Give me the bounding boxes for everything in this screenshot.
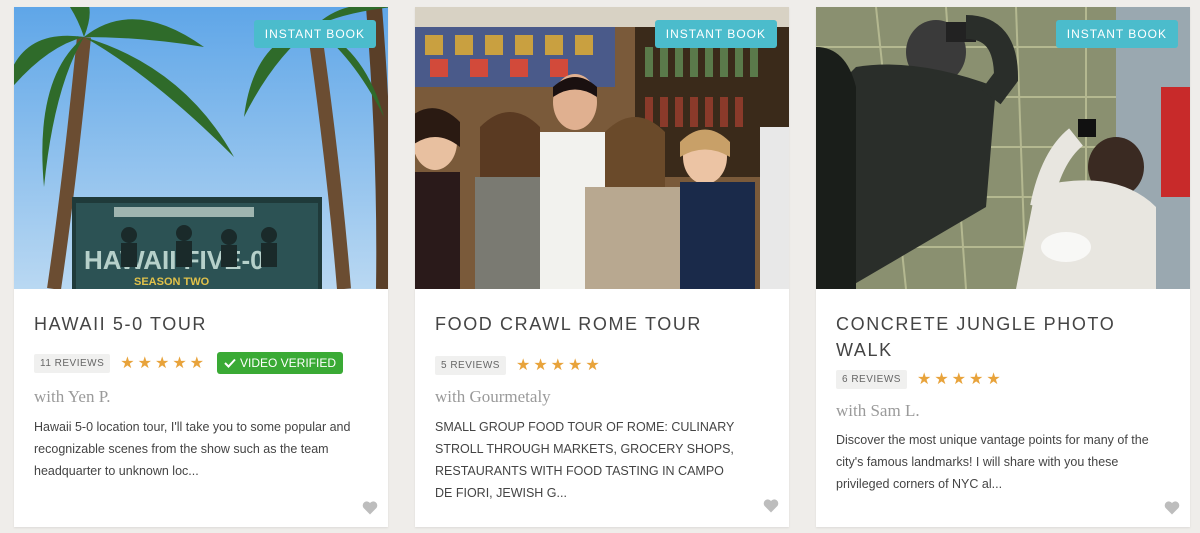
instant-book-badge: INSTANT BOOK (253, 20, 376, 48)
host-name[interactable]: with Gourmetaly (435, 387, 551, 407)
tour-meta: 6 REVIEWS ★★★★★ (836, 369, 1004, 389)
tour-title[interactable]: FOOD CRAWL ROME TOUR (435, 311, 765, 337)
svg-text:SEASON TWO: SEASON TWO (134, 276, 210, 288)
reviews-count[interactable]: 6 REVIEWS (836, 369, 907, 389)
host-name[interactable]: with Sam L. (836, 401, 920, 421)
tour-description: Hawaii 5-0 location tour, I'll take you … (34, 420, 351, 478)
video-verified-badge: VIDEO VERIFIED (217, 352, 344, 374)
host-name[interactable]: with Yen P. (34, 387, 111, 407)
heart-icon[interactable] (362, 501, 378, 515)
tour-photo-rome[interactable] (415, 7, 789, 289)
tour-photo-hawaii[interactable]: HAWAII FIVE-0 SEASON TWO (14, 7, 388, 289)
tour-description: SMALL GROUP FOOD TOUR OF ROME: CULINARY … (435, 420, 735, 500)
star-rating: ★★★★★ (916, 371, 1004, 388)
tour-title[interactable]: CONCRETE JUNGLE PHOTO WALK (836, 311, 1166, 363)
check-icon (224, 358, 236, 368)
tour-card-hawaii[interactable]: HAWAII FIVE-0 SEASON TWO INSTANT BOOK HA… (14, 7, 388, 527)
tour-card-rome[interactable]: INSTANT BOOK FOOD CRAWL ROME TOUR 5 REVI… (415, 7, 789, 527)
instant-book-badge: INSTANT BOOK (654, 20, 777, 48)
heart-icon[interactable] (1164, 501, 1180, 515)
svg-text:HAWAII FIVE-0: HAWAII FIVE-0 (84, 245, 265, 275)
reviews-count[interactable]: 5 REVIEWS (435, 355, 506, 375)
instant-book-badge: INSTANT BOOK (1055, 20, 1178, 48)
tour-title[interactable]: HAWAII 5-0 TOUR (34, 311, 364, 337)
reviews-count[interactable]: 11 REVIEWS (34, 353, 111, 373)
tour-meta: 5 REVIEWS ★★★★★ (435, 355, 603, 375)
tour-description: Discover the most unique vantage points … (836, 433, 1149, 491)
tour-card-nyc[interactable]: INSTANT BOOK CONCRETE JUNGLE PHOTO WALK … (816, 7, 1190, 527)
star-rating: ★★★★★ (515, 357, 603, 374)
tour-photo-nyc[interactable] (816, 7, 1190, 289)
heart-icon[interactable] (763, 499, 779, 513)
star-rating: ★★★★★ (120, 355, 207, 372)
video-verified-label: VIDEO VERIFIED (240, 356, 337, 370)
tour-meta: 11 REVIEWS ★★★★★ VIDEO VERIFIED (34, 352, 344, 374)
